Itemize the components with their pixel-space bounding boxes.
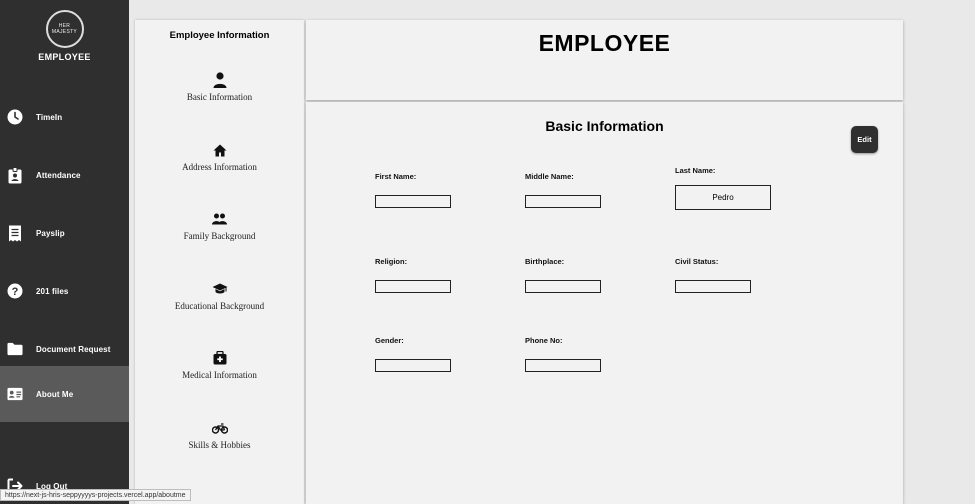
info-item-label: Basic Information [186,92,253,102]
info-item-medical-information[interactable]: Medical Information [135,350,304,380]
person-icon [135,72,304,88]
gender-field-group: Gender: [375,336,451,372]
info-item-educational-background[interactable]: Educational Background [135,281,304,311]
religion-field[interactable] [375,280,451,293]
brand: HER MAJESTY EMPLOYEE [0,10,129,62]
middle-name-field[interactable] [525,195,601,208]
gender-field[interactable] [375,359,451,372]
phone-no-field[interactable] [525,359,601,372]
badge-icon [7,166,23,183]
sidebar-item-timein[interactable]: TimeIn [0,89,129,145]
folder-icon [7,341,23,357]
link-preview-statusbar: https://next-js-hris-seppyyyys-projects.… [0,489,191,501]
middle-name-field-group: Middle Name: [525,172,601,208]
sidebar: HER MAJESTY EMPLOYEE TimeIn Attendance P… [0,0,129,504]
phone-no-field-group: Phone No: [525,336,601,372]
employee-info-panel: Employee Information Basic Information A… [135,20,304,504]
sidebar-item-label: TimeIn [36,112,63,122]
sidebar-item-attendance[interactable]: Attendance [0,147,129,203]
medical-kit-icon [135,350,304,366]
page-header-card: EMPLOYEE [306,20,903,100]
brand-title: EMPLOYEE [38,52,91,62]
info-item-label: Address Information [182,162,257,172]
sidebar-item-label: 201 files [36,286,69,296]
svg-text:?: ? [12,286,19,298]
info-panel-title: Employee Information [169,30,270,41]
app-root: HER MAJESTY EMPLOYEE TimeIn Attendance P… [0,0,975,504]
info-item-label: Medical Information [182,370,257,380]
help-circle-icon: ? [7,283,23,299]
civil-status-field-group: Civil Status: [675,257,751,293]
info-item-address-information[interactable]: Address Information [135,142,304,172]
last-name-field[interactable] [675,185,771,210]
sidebar-item-label: About Me [36,389,74,399]
sidebar-item-201-files[interactable]: ? 201 files [0,263,129,319]
logo: HER MAJESTY [45,10,84,48]
civil-status-field[interactable] [675,280,751,293]
religion-field-group: Religion: [375,257,451,293]
receipt-icon [7,225,23,241]
birthplace-label: Birthplace: [525,257,565,266]
last-name-label: Last Name: [675,166,716,175]
last-name-field-group: Last Name: [675,166,771,210]
gender-label: Gender: [375,336,404,345]
first-name-label: First Name: [375,172,417,181]
home-icon [135,142,304,158]
page-title: EMPLOYEE [538,30,671,56]
info-item-label: Skills & Hobbies [188,440,251,450]
logo-line2: MAJESTY [51,29,78,35]
bicycle-icon [135,420,304,436]
group-icon [135,211,304,227]
edit-button[interactable]: Edit [851,126,878,153]
basic-information-card: Basic Information Edit First Name: Middl… [306,102,903,504]
middle-name-label: Middle Name: [525,172,574,181]
section-title: Basic Information [545,118,664,134]
civil-status-label: Civil Status: [675,257,719,266]
info-item-basic-information[interactable]: Basic Information [135,72,304,102]
birthplace-field-group: Birthplace: [525,257,601,293]
first-name-field[interactable] [375,195,451,208]
info-item-skills-hobbies[interactable]: Skills & Hobbies [135,420,304,450]
first-name-field-group: First Name: [375,172,451,208]
birthplace-field[interactable] [525,280,601,293]
sidebar-item-label: Payslip [36,228,65,238]
sidebar-item-payslip[interactable]: Payslip [0,205,129,261]
info-item-label: Family Background [183,231,256,241]
religion-label: Religion: [375,257,408,266]
sidebar-item-label: Attendance [36,170,81,180]
phone-no-label: Phone No: [525,336,563,345]
id-card-icon [7,386,23,402]
sidebar-item-label: Document Request [36,344,111,354]
info-item-label: Educational Background [174,301,265,311]
clock-icon [7,109,23,125]
info-item-family-background[interactable]: Family Background [135,211,304,241]
graduation-cap-icon [135,281,304,297]
sidebar-item-about-me[interactable]: About Me [0,366,129,422]
